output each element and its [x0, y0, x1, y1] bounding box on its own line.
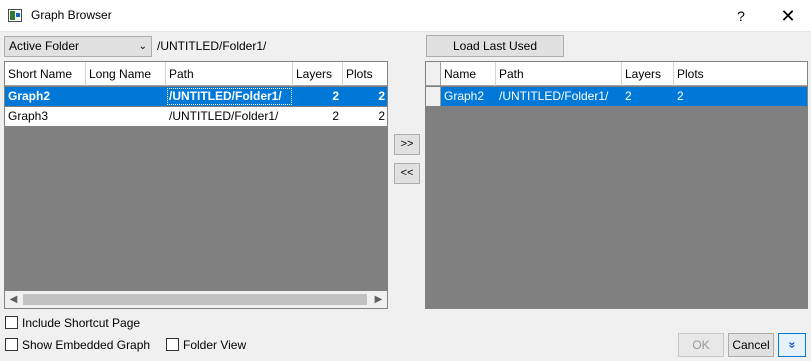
expand-options-button[interactable]: » [778, 333, 806, 357]
folder-view-checkbox[interactable]: Folder View [166, 338, 246, 354]
column-header-layers[interactable]: Layers [622, 62, 674, 86]
include-shortcut-page-checkbox[interactable]: Include Shortcut Page [5, 316, 140, 332]
double-chevron-down-icon: » [785, 341, 799, 349]
folder-scope-dropdown[interactable]: Active Folder ⌄ [4, 36, 152, 57]
title-bar: Graph Browser ? ✕ [0, 0, 811, 32]
scroll-left-icon[interactable]: ◀ [5, 291, 22, 308]
row-path[interactable]: /UNTITLED/Folder1/ [166, 107, 293, 126]
row-layers[interactable]: 2 [293, 107, 343, 126]
show-embedded-graph-checkbox[interactable]: Show Embedded Graph [5, 338, 150, 354]
ok-button[interactable]: OK [678, 333, 724, 357]
row-short-name[interactable]: Graph3 [5, 107, 86, 126]
row-plots[interactable]: 2 [343, 107, 387, 126]
available-graphs-grid[interactable]: Short Name Long Name Path Layers Plots G… [4, 61, 388, 309]
checkbox-box[interactable] [5, 316, 18, 329]
selected-graphs-grid[interactable]: Name Path Layers Plots Graph2 /UNTITLED/… [425, 61, 808, 309]
remove-from-list-button[interactable]: << [394, 163, 420, 184]
cancel-button[interactable]: Cancel [728, 333, 774, 357]
column-header-plots[interactable]: Plots [343, 62, 387, 86]
row-layers[interactable]: 2 [293, 87, 343, 106]
row-selector[interactable] [426, 87, 441, 106]
graph-browser-app-icon [8, 9, 22, 22]
row-long-name[interactable] [86, 107, 166, 126]
column-header-long-name[interactable]: Long Name [86, 62, 166, 86]
folder-scope-value: Active Folder [9, 39, 80, 53]
row-plots[interactable]: 2 [343, 87, 387, 106]
folder-path-label: /UNTITLED/Folder1/ [157, 39, 267, 53]
column-header-path[interactable]: Path [166, 62, 293, 86]
checkbox-label: Show Embedded Graph [22, 338, 151, 352]
row-layers[interactable]: 2 [622, 87, 674, 106]
help-button[interactable]: ? [724, 4, 758, 28]
column-header-layers[interactable]: Layers [293, 62, 343, 86]
chevron-down-icon: ⌄ [138, 41, 147, 52]
checkbox-label: Folder View [183, 338, 247, 352]
close-icon[interactable]: ✕ [766, 2, 810, 30]
row-name[interactable]: Graph2 [441, 87, 496, 106]
horizontal-scrollbar[interactable]: ◀ ▶ [5, 291, 387, 308]
row-plots[interactable]: 2 [674, 87, 807, 106]
column-header-short-name[interactable]: Short Name [5, 62, 86, 86]
row-long-name[interactable] [86, 87, 166, 106]
column-header-plots[interactable]: Plots [674, 62, 807, 86]
checkbox-box[interactable] [5, 338, 18, 351]
checkbox-box[interactable] [166, 338, 179, 351]
add-to-list-button[interactable]: >> [394, 134, 420, 155]
scroll-right-icon[interactable]: ▶ [370, 291, 387, 308]
column-header-name[interactable]: Name [441, 62, 496, 86]
checkbox-label: Include Shortcut Page [22, 316, 141, 330]
load-last-used-button[interactable]: Load Last Used [426, 35, 564, 57]
scrollbar-thumb[interactable] [23, 294, 367, 305]
grid-corner [426, 62, 441, 86]
row-path[interactable]: /UNTITLED/Folder1/ [496, 87, 622, 106]
row-short-name[interactable]: Graph2 [5, 87, 86, 106]
column-header-path[interactable]: Path [496, 62, 622, 86]
window-title: Graph Browser [31, 8, 112, 22]
row-path[interactable]: /UNTITLED/Folder1/ [166, 87, 293, 106]
